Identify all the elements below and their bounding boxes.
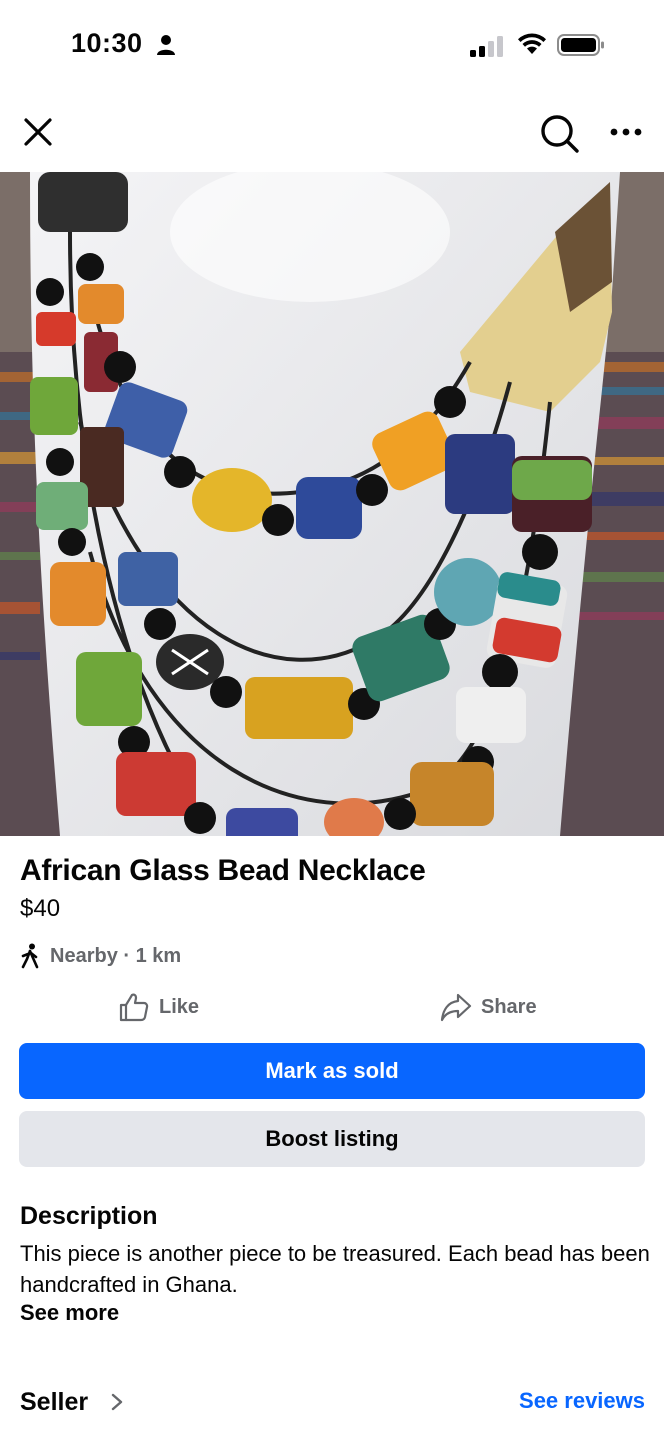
seller-label: Seller <box>20 1387 89 1416</box>
like-label: Like <box>159 995 200 1018</box>
chevron-right-icon <box>111 1393 123 1411</box>
thumbs-up-icon <box>119 993 149 1022</box>
mark-as-sold-button[interactable]: Mark as sold <box>19 1043 645 1099</box>
location-row: Nearby · 1 km <box>20 942 181 970</box>
share-label: Share <box>481 995 537 1018</box>
close-icon[interactable] <box>20 114 56 150</box>
share-icon <box>440 993 472 1022</box>
see-more-link[interactable]: See more <box>20 1300 119 1326</box>
wifi-icon <box>518 33 546 54</box>
seller-row[interactable]: Seller <box>20 1384 124 1420</box>
share-button[interactable]: Share <box>440 985 537 1029</box>
status-bar: 10:30 <box>0 0 664 90</box>
like-button[interactable]: Like <box>118 985 199 1029</box>
description-body: This piece is another piece to be treasu… <box>20 1241 650 1297</box>
status-time: 10:30 <box>71 28 143 58</box>
person-icon <box>157 35 175 55</box>
action-row: Like Share <box>0 985 664 1029</box>
search-icon[interactable] <box>538 112 580 154</box>
description-heading: Description <box>20 1202 158 1230</box>
necklace-image <box>0 172 664 836</box>
listing-photo[interactable] <box>0 172 664 836</box>
see-reviews-link[interactable]: See reviews <box>519 1388 645 1414</box>
signal-icon <box>470 36 503 57</box>
location-text: Nearby · 1 km <box>50 944 182 967</box>
battery-icon <box>557 34 604 56</box>
walking-person-icon <box>21 943 39 969</box>
top-nav <box>0 100 664 170</box>
listing-title: African Glass Bead Necklace <box>20 854 426 887</box>
listing-price: $40 <box>20 895 61 922</box>
boost-listing-button[interactable]: Boost listing <box>19 1111 645 1167</box>
more-icon[interactable] <box>608 120 644 144</box>
